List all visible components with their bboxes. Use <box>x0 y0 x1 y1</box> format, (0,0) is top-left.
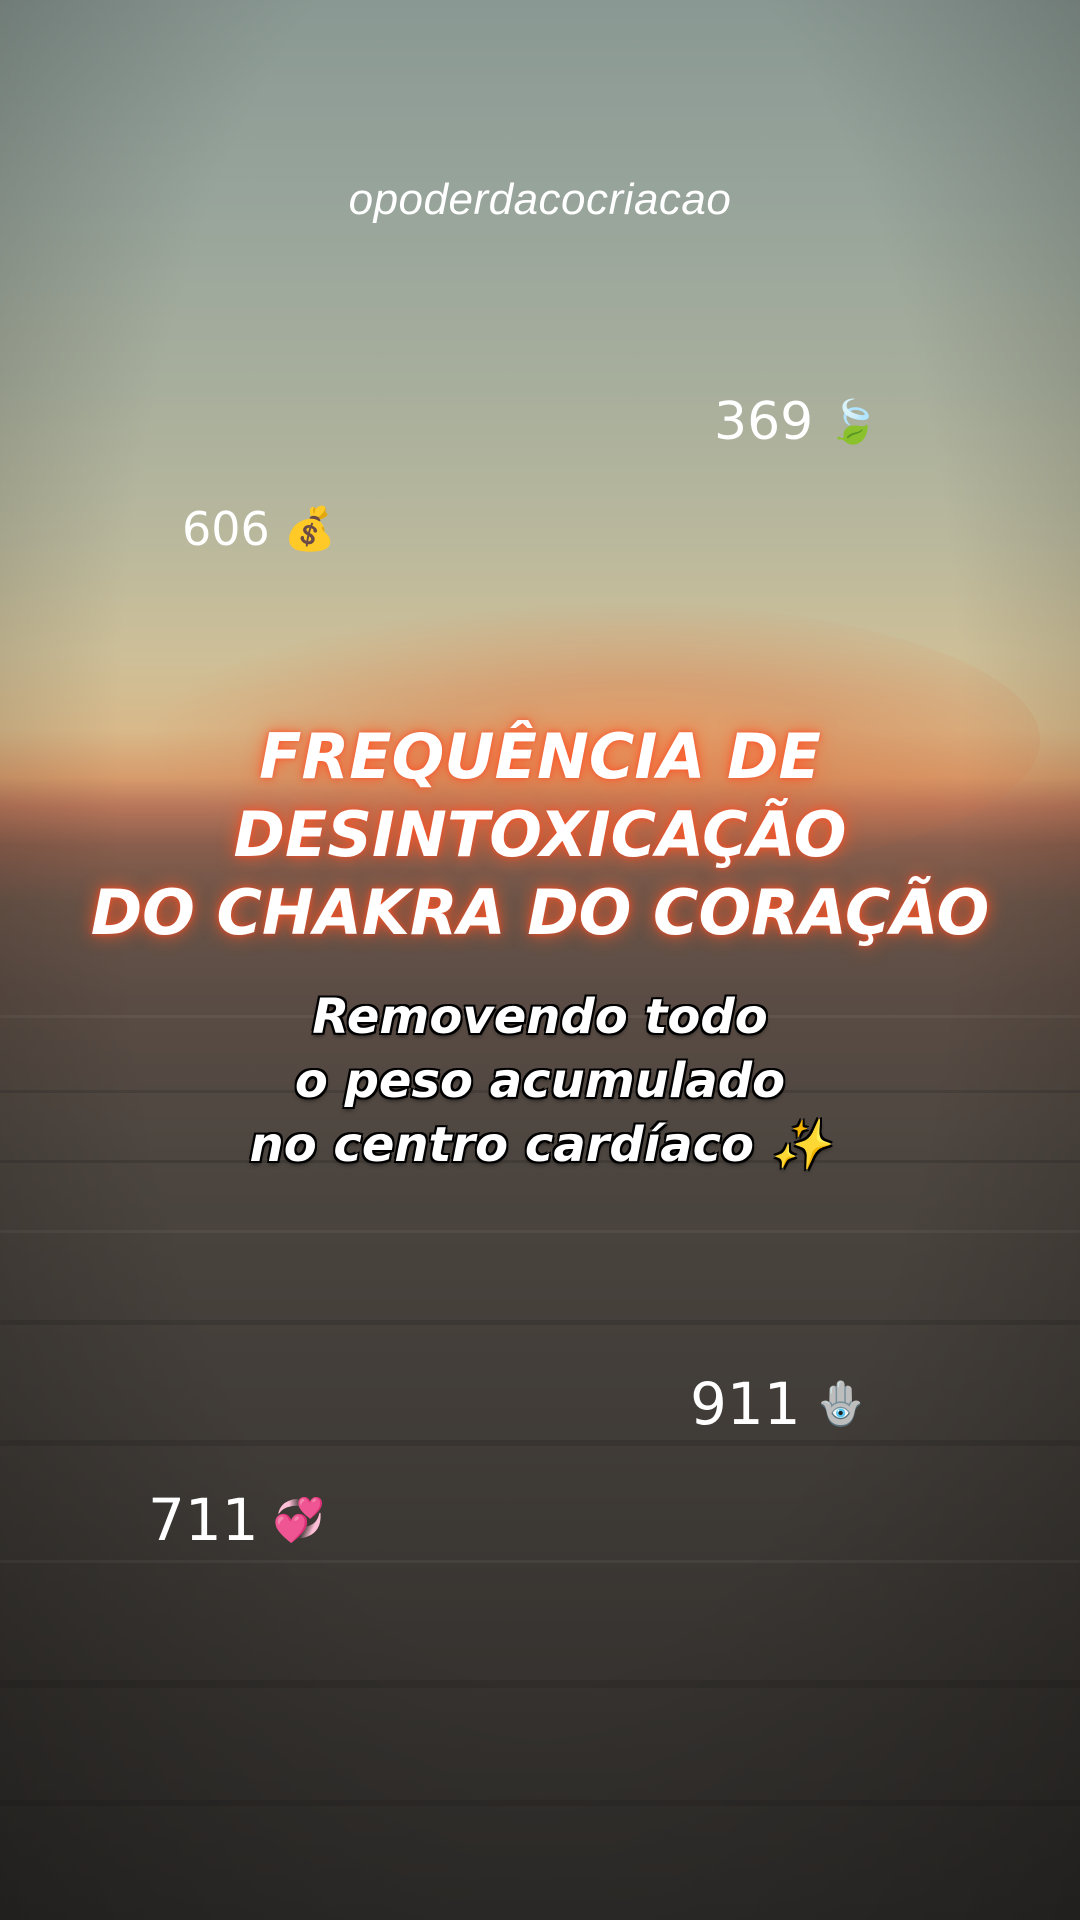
revolving-hearts-icon: 💞 <box>272 1495 326 1544</box>
hamsa-icon: 🪬 <box>814 1379 868 1428</box>
video-frame: opoderdacocriacao 369 🍃 606 💰 FREQUÊNCIA… <box>0 0 1080 1920</box>
number-value: 369 <box>714 392 814 452</box>
account-handle: opoderdacocriacao <box>348 175 732 224</box>
title-line: DESINTOXICAÇÃO <box>233 798 847 871</box>
video-subtitle: Removendo todo o peso acumulado no centr… <box>0 985 1080 1177</box>
subtitle-line: Removendo todo <box>312 989 768 1045</box>
title-line: FREQUÊNCIA DE <box>259 720 821 793</box>
number-606: 606 💰 <box>182 502 336 556</box>
title-line: DO CHAKRA DO CORAÇÃO <box>90 876 990 949</box>
number-369: 369 🍃 <box>714 392 880 452</box>
subtitle-line: no centro cardíaco ✨ <box>249 1117 831 1173</box>
money-bag-icon: 💰 <box>283 504 337 553</box>
video-title: FREQUÊNCIA DE DESINTOXICAÇÃO DO CHAKRA D… <box>0 718 1080 952</box>
number-711: 711 💞 <box>148 1486 325 1554</box>
number-value: 711 <box>148 1486 259 1554</box>
number-911: 911 🪬 <box>690 1370 867 1438</box>
leaves-icon: 🍃 <box>827 397 880 446</box>
subtitle-line: o peso acumulado <box>294 1053 786 1109</box>
number-value: 606 <box>182 502 270 556</box>
number-value: 911 <box>690 1370 801 1438</box>
vignette <box>0 0 1080 1920</box>
